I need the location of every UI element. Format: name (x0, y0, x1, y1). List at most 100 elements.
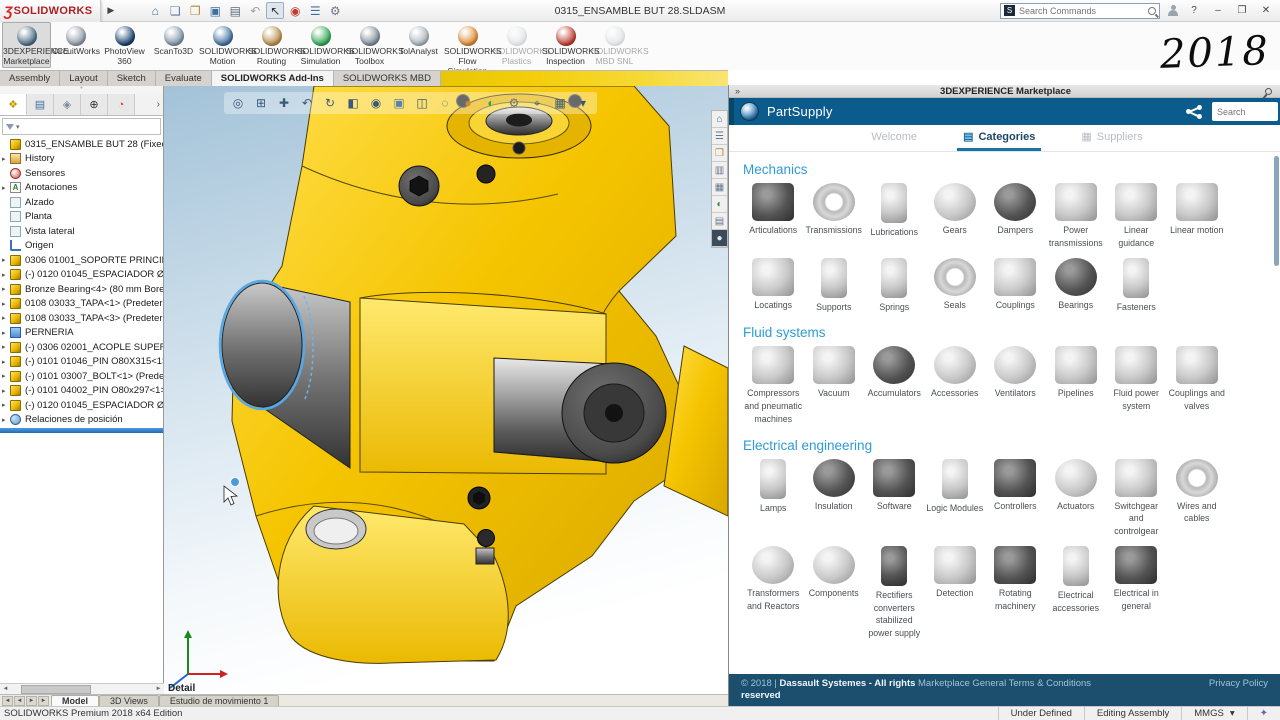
apply-scene-icon[interactable]: ◐ (481, 96, 501, 110)
tab-strip-chevron-icon[interactable]: › (135, 94, 163, 115)
category-item[interactable]: Wires and cables (1167, 457, 1228, 538)
category-item[interactable]: Electrical in general (1106, 544, 1167, 640)
tree-item[interactable]: ▸ (-) 0120 01045_ESPACIADOR Ø81xØ1 (0, 398, 163, 413)
category-item[interactable]: Logic Modules (925, 457, 986, 538)
pin-icon[interactable] (1264, 86, 1274, 96)
view-orientation-icon[interactable]: ▣ (389, 96, 409, 110)
category-item[interactable]: Actuators (1046, 457, 1107, 538)
category-item[interactable]: Ventilators (985, 344, 1046, 425)
category-item[interactable]: Dampers (985, 181, 1046, 250)
tree-root-item[interactable]: 0315_ENSAMBLE BUT 28 (Fixed) (0, 137, 163, 152)
zoom-fit-icon[interactable]: ◎ (228, 96, 248, 110)
rebuild-traffic-light-icon[interactable]: ◉ (286, 2, 304, 19)
select-cursor-icon[interactable]: ↖ (266, 2, 284, 19)
tree-item[interactable]: ▸ PERNERIA (0, 326, 163, 341)
bottom-tab[interactable]: Model (51, 695, 99, 706)
category-item[interactable]: Fluid power system (1106, 344, 1167, 425)
command-tab[interactable]: SOLIDWORKS MBD (334, 71, 441, 86)
category-item[interactable]: Springs (864, 256, 925, 314)
category-item[interactable]: Gears (925, 181, 986, 250)
command-tab[interactable]: Assembly (0, 71, 60, 86)
tree-item[interactable]: ▸ Relaciones de posición (0, 413, 163, 428)
tree-item[interactable]: ▸ (-) 0101 04002_PIN O80x297<1> (Pre (0, 384, 163, 399)
rollback-bar[interactable] (0, 428, 163, 433)
print-icon[interactable]: ▤ (226, 2, 244, 19)
category-item[interactable]: Transmissions (804, 181, 865, 250)
file-explorer-icon[interactable]: ▥ (712, 162, 727, 179)
filter-dropdown-icon[interactable]: ▾ (16, 123, 20, 131)
hide-show-items-icon[interactable]: ◌ (435, 96, 455, 110)
category-item[interactable]: Rotating machinery (985, 544, 1046, 640)
appearances-scenes-icon[interactable]: ◐ (712, 196, 727, 213)
configurationmanager-tab[interactable]: ◈ (54, 94, 81, 115)
tree-item[interactable]: Origen (0, 239, 163, 254)
command-search-input[interactable] (1019, 6, 1148, 16)
restore-button[interactable]: ❐ (1234, 5, 1250, 16)
ribbon-addin-button[interactable]: ScanTo3D (149, 22, 198, 58)
first-tab-icon[interactable]: ◄ (2, 696, 13, 706)
terms-link[interactable]: Marketplace General Terms & Conditions (917, 678, 1093, 690)
user-account-icon[interactable] (1168, 5, 1178, 17)
tree-item[interactable]: ▸ History (0, 152, 163, 167)
category-item[interactable]: Lubrications (864, 181, 925, 250)
collapse-pane-icon[interactable]: » (729, 86, 746, 96)
partsupply-tab[interactable]: ▤ Categories (957, 125, 1041, 151)
bottom-tab[interactable]: 3D Views (99, 695, 159, 706)
tree-horizontal-scrollbar[interactable]: ◄ ► (0, 683, 164, 694)
category-item[interactable]: Couplings and valves (1167, 344, 1228, 425)
category-item[interactable]: Rectifiers converters stabilized power s… (864, 544, 925, 640)
zoom-area-icon[interactable]: ⊞ (251, 96, 271, 110)
command-tab[interactable]: Evaluate (156, 71, 212, 86)
privacy-link[interactable]: Privacy Policy (1092, 678, 1268, 690)
tree-item[interactable]: ▸ 0108 03033_TAPA<3> (Predetermina (0, 311, 163, 326)
category-item[interactable]: Vacuum (804, 344, 865, 425)
tree-item[interactable]: ▸ (-) 0306 02001_ACOPLE SUPERIOR B (0, 340, 163, 355)
close-button[interactable]: ✕ (1258, 5, 1274, 16)
category-item[interactable]: Articulations (743, 181, 804, 250)
design-library-icon[interactable]: ❒ (712, 145, 727, 162)
category-item[interactable]: Linear guidance (1106, 181, 1167, 250)
assembly-model-canvas[interactable] (164, 86, 728, 694)
ribbon-addin-button[interactable]: PhotoView 360 (100, 22, 149, 68)
dimxpertmanager-tab[interactable]: ⊕ (81, 94, 108, 115)
category-item[interactable]: Insulation (804, 457, 865, 538)
category-item[interactable]: Detection (925, 544, 986, 640)
category-item[interactable]: Couplings (985, 256, 1046, 314)
tree-item[interactable]: ▸ 0108 03033_TAPA<1> (Predetermina (0, 297, 163, 312)
propertymanager-tab[interactable]: ▤ (27, 94, 54, 115)
units-selector[interactable]: MMGS ▾ (1181, 707, 1246, 720)
rotate-view-icon[interactable]: ↻ (320, 96, 340, 110)
custom-properties-icon[interactable]: ▤ (712, 213, 727, 230)
category-item[interactable]: Switchgear and controlgear (1106, 457, 1167, 538)
category-item[interactable]: Accessories (925, 344, 986, 425)
category-item[interactable]: Power transmissions (1046, 181, 1107, 250)
previous-view-icon[interactable]: ↶ (297, 96, 317, 110)
command-tab[interactable]: Layout (60, 71, 108, 86)
ribbon-addin-button[interactable]: CircuitWorks (51, 22, 100, 58)
solidworks-resources-icon[interactable]: ☰ (712, 128, 727, 145)
tree-item[interactable]: Planta (0, 210, 163, 225)
displaymanager-tab[interactable]: ◔ (108, 94, 135, 115)
display-style-icon[interactable]: ◫ (412, 96, 432, 110)
share-icon[interactable] (1186, 105, 1202, 119)
graphics-viewport[interactable] (164, 86, 728, 694)
open-document-icon[interactable]: ❐ (186, 2, 204, 19)
units-caret-icon[interactable]: ▾ (1230, 707, 1235, 720)
featuremanager-tree-tab[interactable]: ❖ (0, 94, 27, 115)
help-button[interactable]: ? (1186, 5, 1202, 16)
file-properties-icon[interactable]: ☰ (306, 2, 324, 19)
pan-icon[interactable]: ✚ (274, 96, 294, 110)
view-palette-icon[interactable]: ▦ (712, 179, 727, 196)
previous-tab-icon[interactable]: ◄ (14, 696, 25, 706)
category-item[interactable]: Linear motion (1167, 181, 1228, 250)
command-search-box[interactable]: S (1000, 3, 1160, 19)
category-item[interactable]: Locatings (743, 256, 804, 314)
category-item[interactable]: Components (804, 544, 865, 640)
category-item[interactable]: Software (864, 457, 925, 538)
options-gear-icon[interactable]: ⚙ (326, 2, 344, 19)
magnifier-icon[interactable]: ◉ (366, 96, 386, 110)
category-item[interactable]: Accumulators (864, 344, 925, 425)
last-tab-icon[interactable]: ► (38, 696, 49, 706)
next-tab-icon[interactable]: ► (26, 696, 37, 706)
undo-icon[interactable]: ↶ (246, 2, 264, 19)
